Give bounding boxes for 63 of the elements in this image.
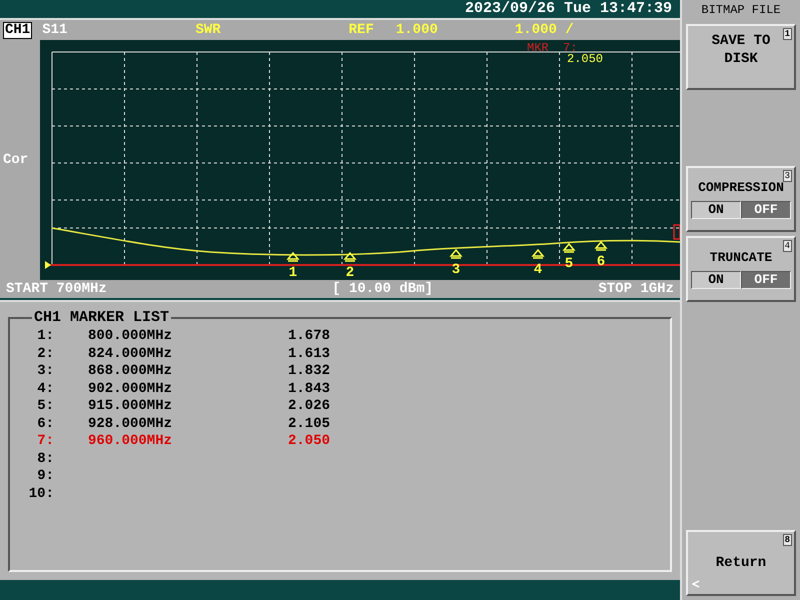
marker-triangle-icon xyxy=(532,248,544,259)
marker-value: 2.105 xyxy=(288,416,330,433)
marker-readout-label: MKR 7: xyxy=(527,42,578,54)
parameter-label: S11 xyxy=(42,21,68,39)
marker-label: 1 xyxy=(288,265,298,280)
stop-frequency: STOP 1GHz xyxy=(598,280,674,298)
marker-value: 1.678 xyxy=(288,328,330,346)
marker-triangle-icon xyxy=(344,252,356,262)
marker-frequency: 868.000MHz xyxy=(88,363,174,380)
scale-value: 1.000 / xyxy=(514,21,574,39)
marker-triangle-icon xyxy=(563,242,575,253)
marker-triangle-icon xyxy=(595,240,607,251)
marker-list-title: CH1 MARKER LIST xyxy=(33,310,170,326)
toggle-option[interactable]: ON xyxy=(691,201,741,219)
marker-index: 8: xyxy=(36,450,54,468)
marker-label: 4 xyxy=(534,262,542,278)
date-time: 2023/09/26 Tue 13:47:39 xyxy=(464,0,672,18)
marker-readout-value: 2.050 xyxy=(567,53,604,65)
toggle-option[interactable]: OFF xyxy=(741,201,791,219)
marker-index: 3: xyxy=(36,363,54,380)
marker-frequency: 902.000MHz xyxy=(88,380,174,398)
marker-index: 6: xyxy=(36,416,54,433)
marker-index: 10: xyxy=(28,486,54,503)
marker-triangle-icon xyxy=(287,252,299,262)
marker-value: 1.843 xyxy=(288,380,330,398)
key-number: 8 xyxy=(782,534,792,546)
key-number: 1 xyxy=(782,28,792,40)
marker-value: 2.050 xyxy=(288,433,330,450)
key-number: 3 xyxy=(782,170,792,182)
marker-triangle-icon xyxy=(450,248,462,259)
softkey-label: COMPRESSION xyxy=(698,180,784,195)
reference-pointer-icon xyxy=(45,261,51,269)
marker-value: 1.613 xyxy=(288,346,330,363)
format-label: SWR xyxy=(195,21,221,39)
marker-frequency: 960.000MHz xyxy=(88,433,174,450)
ref-value: 1.000 xyxy=(396,21,438,39)
channel-label: CH1 xyxy=(3,22,32,38)
marker-frequency: 928.000MHz xyxy=(88,416,174,433)
marker-label: 2 xyxy=(346,265,354,280)
softkey-button[interactable]: SAVE TO DISK 1 xyxy=(686,24,796,90)
marker-index: 2: xyxy=(36,346,54,363)
marker-frequency: 824.000MHz xyxy=(88,346,174,363)
marker-index: 4: xyxy=(36,380,54,398)
marker-box-icon xyxy=(673,224,680,240)
marker-frequency: 800.000MHz xyxy=(88,328,174,346)
source-power: [ 10.00 dBm] xyxy=(332,280,434,298)
start-frequency: START 700MHz xyxy=(6,280,107,298)
toggle-option[interactable]: OFF xyxy=(741,271,791,289)
marker-index: 5: xyxy=(36,398,54,416)
marker-label: 3 xyxy=(452,262,460,278)
marker-index: 1: xyxy=(36,328,54,346)
return-button[interactable]: Return 8 xyxy=(686,530,796,596)
marker-value: 1.832 xyxy=(288,363,330,380)
marker-index: 9: xyxy=(36,468,54,486)
correction-label: Cor xyxy=(3,150,28,170)
marker-frequency: 915.000MHz xyxy=(88,398,174,416)
ref-label: REF xyxy=(348,21,374,39)
softkey-label: TRUNCATE xyxy=(710,250,772,265)
key-number: 4 xyxy=(782,240,792,252)
toggle-option[interactable]: ON xyxy=(691,271,741,289)
menu-title: BITMAP FILE xyxy=(700,3,782,17)
marker-value: 2.026 xyxy=(288,398,330,416)
marker-index: 7: xyxy=(36,433,54,450)
